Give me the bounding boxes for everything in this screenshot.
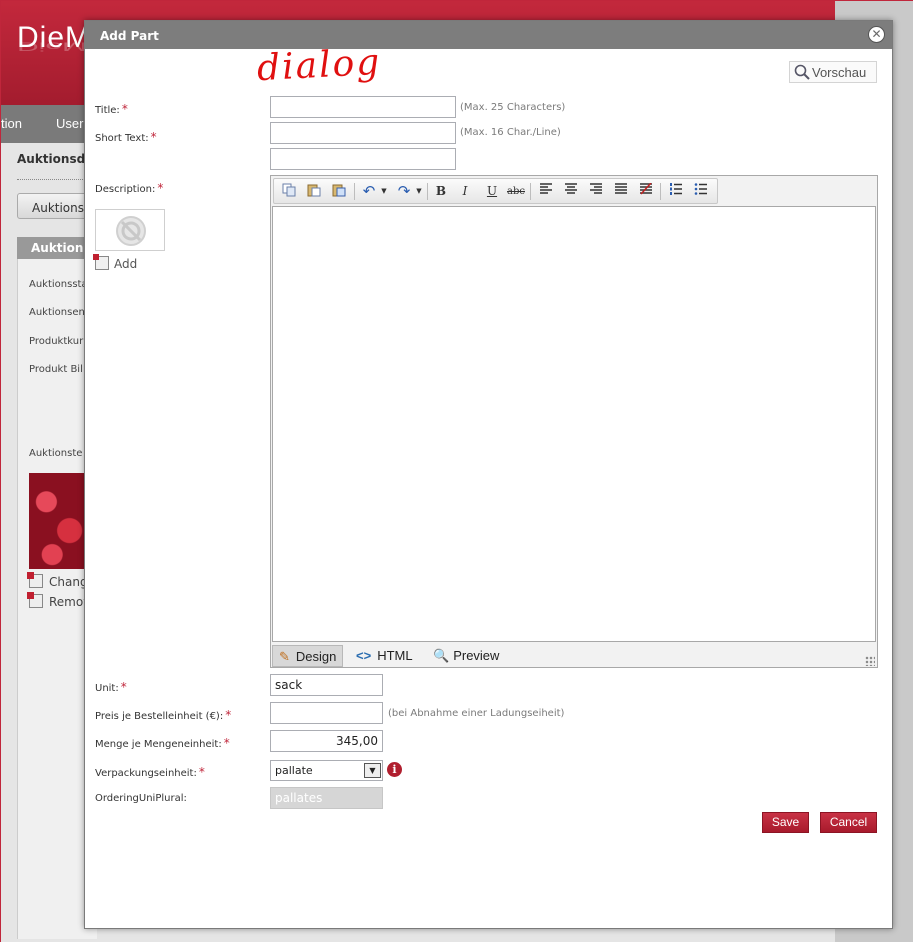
paste-icon[interactable]: [304, 183, 324, 200]
info-icon[interactable]: i: [387, 762, 402, 777]
editor-mode-bar: ✎ Design <> HTML 🔍 Preview: [271, 644, 877, 668]
plural-label: OrderingUniPlural:: [95, 793, 187, 804]
dialog-titlebar: Add Part ✕: [85, 21, 892, 49]
rich-text-editor: ↶ ▼ ↷ ▼ B I U abc ✎ Design <> HTML 🔍 Previe…: [270, 175, 878, 668]
chevron-down-icon[interactable]: ▼: [364, 763, 381, 778]
pencil-icon: ✎: [279, 649, 290, 664]
design-mode-tab[interactable]: ✎ Design: [272, 645, 344, 667]
resize-grip-icon[interactable]: [865, 656, 875, 666]
undo-dropdown-icon[interactable]: ▼: [374, 183, 394, 200]
editor-toolbar: ↶ ▼ ↷ ▼ B I U abc: [273, 178, 718, 204]
align-center-icon[interactable]: [561, 183, 581, 200]
editor-content-area[interactable]: [272, 206, 876, 642]
title-label: Title: *: [95, 102, 128, 116]
product-image: [29, 473, 87, 569]
strikethrough-icon[interactable]: abc: [506, 183, 526, 200]
packaging-select-value: pallate: [275, 764, 313, 777]
handwritten-annotation: dialog: [256, 41, 383, 90]
packaging-label: Verpackungseinheit: *: [95, 765, 205, 779]
price-input[interactable]: [270, 702, 383, 724]
short-text-label: Short Text: *: [95, 130, 157, 144]
magnifier-icon: [794, 64, 810, 80]
bg-label: Produkt Bil: [29, 364, 83, 375]
align-justify-icon[interactable]: [611, 183, 631, 200]
price-label: Preis je Bestelleinheit (€): *: [95, 708, 232, 722]
short-text-hint: (Max. 16 Char./Line): [460, 127, 561, 138]
no-image-icon: [116, 216, 146, 246]
add-image-link[interactable]: Add: [93, 254, 137, 271]
nav-item-user[interactable]: User: [56, 116, 83, 131]
preview-button[interactable]: Vorschau: [789, 61, 877, 83]
plural-input: [270, 787, 383, 809]
unordered-list-icon[interactable]: [691, 183, 711, 200]
section-title: Auktionsde: [17, 152, 94, 166]
title-hint: (Max. 25 Characters): [460, 102, 566, 113]
dialog-title: Add Part: [100, 29, 159, 43]
ordered-list-icon[interactable]: [666, 183, 686, 200]
preview-button-label: Vorschau: [812, 65, 867, 80]
paste-word-icon[interactable]: [329, 183, 349, 200]
add-image-icon: [93, 254, 109, 270]
change-image-link[interactable]: Chang: [27, 572, 88, 589]
copy-icon[interactable]: [279, 183, 299, 200]
image-placeholder: [95, 209, 165, 251]
bg-label: Produktkur: [29, 336, 84, 347]
remove-icon: [27, 592, 43, 608]
italic-icon[interactable]: I: [455, 183, 475, 200]
save-button[interactable]: Save: [762, 812, 809, 833]
magnifier-icon: 🔍: [433, 648, 450, 663]
close-icon[interactable]: ✕: [868, 26, 885, 43]
html-mode-tab[interactable]: <> HTML: [350, 645, 419, 667]
code-icon: <>: [356, 648, 372, 663]
packaging-select[interactable]: pallate ▼: [270, 760, 383, 781]
unit-label: Unit: *: [95, 680, 127, 694]
cancel-button[interactable]: Cancel: [820, 812, 877, 833]
preview-mode-tab[interactable]: 🔍 Preview: [427, 645, 505, 667]
bg-label: Auktionste: [29, 448, 83, 459]
description-label: Description: *: [95, 181, 164, 195]
underline-icon[interactable]: U: [482, 183, 502, 200]
bg-label: Auktionssta: [29, 279, 88, 290]
remove-image-link[interactable]: Remov: [27, 592, 90, 609]
align-left-icon[interactable]: [536, 183, 556, 200]
quantity-input[interactable]: [270, 730, 383, 752]
divider: [17, 179, 87, 180]
align-right-icon[interactable]: [586, 183, 606, 200]
title-input[interactable]: [270, 96, 456, 118]
quantity-label: Menge je Mengeneinheit: *: [95, 736, 230, 750]
change-icon: [27, 572, 43, 588]
clear-format-icon[interactable]: [636, 182, 656, 200]
unit-input[interactable]: [270, 674, 383, 696]
add-part-dialog: Add Part ✕ dialog Vorschau Title: * (Max.…: [84, 20, 893, 929]
bold-icon[interactable]: B: [431, 183, 451, 200]
short-text-input-line1[interactable]: [270, 122, 456, 144]
bg-label: Auktionsen: [29, 307, 85, 318]
short-text-input-line2[interactable]: [270, 148, 456, 170]
redo-dropdown-icon[interactable]: ▼: [409, 183, 429, 200]
nav-item-action[interactable]: tion: [1, 116, 22, 131]
site-logo-reflection: DieM: [17, 39, 88, 53]
price-hint: (bei Abnahme einer Ladungseiheit): [388, 708, 565, 719]
